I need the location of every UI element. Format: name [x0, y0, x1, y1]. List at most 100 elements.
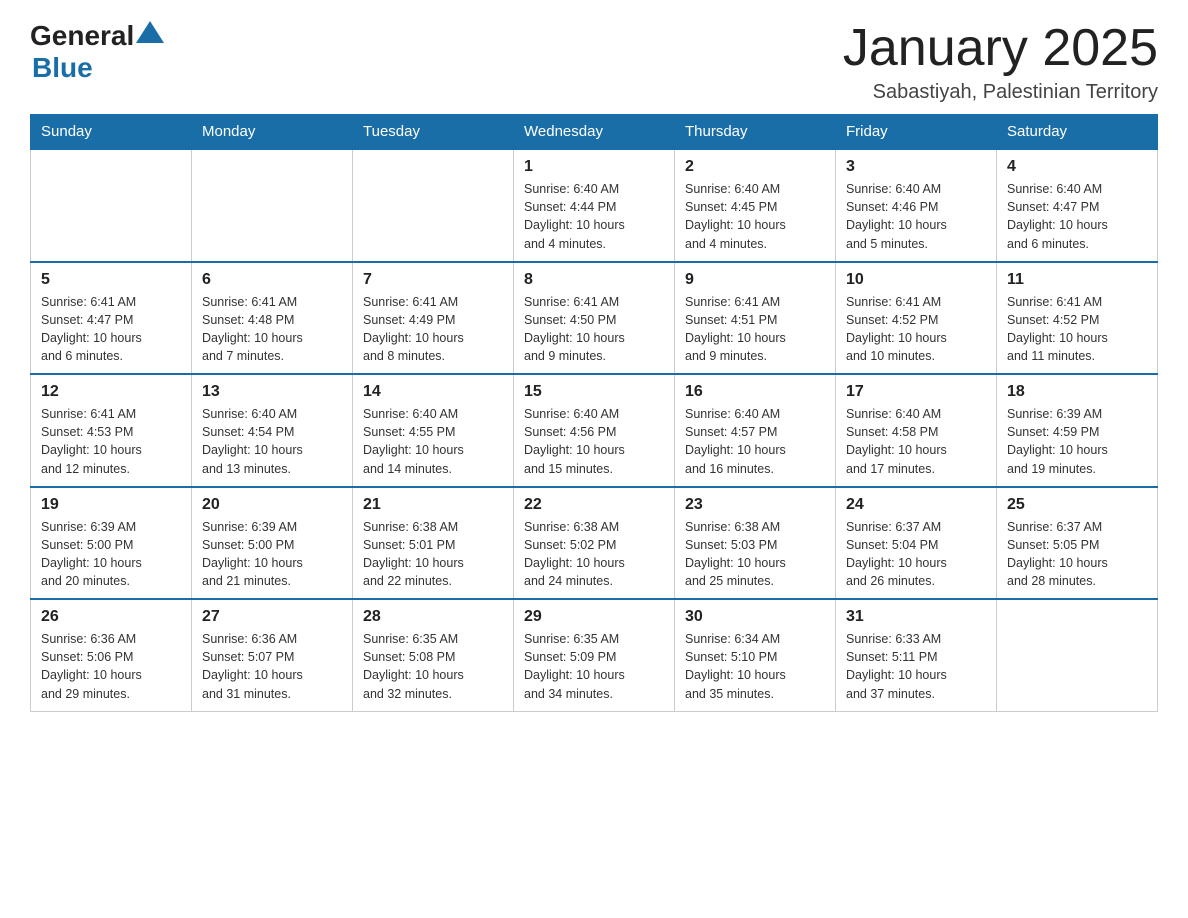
calendar-cell: 21 Sunrise: 6:38 AM Sunset: 5:01 PM Dayli…	[353, 487, 514, 600]
calendar-cell	[31, 149, 192, 262]
calendar-cell: 9 Sunrise: 6:41 AM Sunset: 4:51 PM Daylig…	[675, 262, 836, 375]
calendar-subtitle: Sabastiyah, Palestinian Territory	[843, 81, 1158, 104]
day-info: Sunrise: 6:41 AM Sunset: 4:50 PM Dayligh…	[524, 293, 664, 366]
week-row-5: 26Sunrise: 6:36 AM Sunset: 5:06 PM Dayli…	[31, 599, 1158, 711]
calendar-cell: 15 Sunrise: 6:40 AM Sunset: 4:56 PM Dayli…	[514, 374, 675, 487]
calendar-header: SundayMondayTuesdayWednesdayThursdayFrid…	[31, 115, 1158, 150]
header-wednesday: Wednesday	[514, 115, 675, 150]
header-sunday: Sunday	[31, 115, 192, 150]
calendar-cell: 18Sunrise: 6:39 AM Sunset: 4:59 PM Dayli…	[997, 374, 1158, 487]
header-saturday: Saturday	[997, 115, 1158, 150]
calendar-cell: 6 Sunrise: 6:41 AM Sunset: 4:48 PM Daylig…	[192, 262, 353, 375]
day-info: Sunrise: 6:41 AM Sunset: 4:52 PM Dayligh…	[1007, 293, 1147, 366]
day-info: Sunrise: 6:41 AM Sunset: 4:48 PM Dayligh…	[202, 293, 342, 366]
day-info: Sunrise: 6:37 AM Sunset: 5:04 PM Dayligh…	[846, 518, 986, 591]
calendar-cell: 1 Sunrise: 6:40 AM Sunset: 4:44 PM Daylig…	[514, 149, 675, 262]
day-number: 6	[202, 271, 342, 289]
calendar-cell: 14 Sunrise: 6:40 AM Sunset: 4:55 PM Dayli…	[353, 374, 514, 487]
day-info: Sunrise: 6:38 AM Sunset: 5:03 PM Dayligh…	[685, 518, 825, 591]
day-info: Sunrise: 6:41 AM Sunset: 4:53 PM Dayligh…	[41, 405, 181, 478]
day-number: 31	[846, 608, 986, 626]
day-info: Sunrise: 6:35 AM Sunset: 5:09 PM Dayligh…	[524, 630, 664, 703]
calendar-cell	[997, 599, 1158, 711]
day-headers-row: SundayMondayTuesdayWednesdayThursdayFrid…	[31, 115, 1158, 150]
day-info: Sunrise: 6:33 AM Sunset: 5:11 PM Dayligh…	[846, 630, 986, 703]
calendar-cell: 4 Sunrise: 6:40 AM Sunset: 4:47 PM Daylig…	[997, 149, 1158, 262]
calendar-cell: 25 Sunrise: 6:37 AM Sunset: 5:05 PM Dayli…	[997, 487, 1158, 600]
day-number: 2	[685, 158, 825, 176]
day-number: 13	[202, 383, 342, 401]
day-info: Sunrise: 6:36 AM Sunset: 5:07 PM Dayligh…	[202, 630, 342, 703]
calendar-body: 1 Sunrise: 6:40 AM Sunset: 4:44 PM Daylig…	[31, 149, 1158, 711]
week-row-1: 1 Sunrise: 6:40 AM Sunset: 4:44 PM Daylig…	[31, 149, 1158, 262]
day-number: 1	[524, 158, 664, 176]
day-info: Sunrise: 6:41 AM Sunset: 4:47 PM Dayligh…	[41, 293, 181, 366]
header-friday: Friday	[836, 115, 997, 150]
logo-triangle-icon	[136, 21, 164, 43]
title-block: January 2025 Sabastiyah, Palestinian Ter…	[843, 20, 1158, 104]
day-info: Sunrise: 6:38 AM Sunset: 5:02 PM Dayligh…	[524, 518, 664, 591]
header-monday: Monday	[192, 115, 353, 150]
day-number: 21	[363, 496, 503, 514]
day-number: 20	[202, 496, 342, 514]
day-info: Sunrise: 6:40 AM Sunset: 4:54 PM Dayligh…	[202, 405, 342, 478]
day-number: 17	[846, 383, 986, 401]
calendar-cell: 30 Sunrise: 6:34 AM Sunset: 5:10 PM Dayli…	[675, 599, 836, 711]
week-row-4: 19 Sunrise: 6:39 AM Sunset: 5:00 PM Dayli…	[31, 487, 1158, 600]
day-number: 3	[846, 158, 986, 176]
calendar-cell: 13 Sunrise: 6:40 AM Sunset: 4:54 PM Dayli…	[192, 374, 353, 487]
day-info: Sunrise: 6:41 AM Sunset: 4:51 PM Dayligh…	[685, 293, 825, 366]
calendar-cell: 2 Sunrise: 6:40 AM Sunset: 4:45 PM Daylig…	[675, 149, 836, 262]
day-number: 19	[41, 496, 181, 514]
calendar-cell	[353, 149, 514, 262]
day-info: Sunrise: 6:38 AM Sunset: 5:01 PM Dayligh…	[363, 518, 503, 591]
calendar-cell: 29 Sunrise: 6:35 AM Sunset: 5:09 PM Dayli…	[514, 599, 675, 711]
day-number: 22	[524, 496, 664, 514]
day-info: Sunrise: 6:34 AM Sunset: 5:10 PM Dayligh…	[685, 630, 825, 703]
calendar-cell: 20 Sunrise: 6:39 AM Sunset: 5:00 PM Dayli…	[192, 487, 353, 600]
day-info: Sunrise: 6:40 AM Sunset: 4:45 PM Dayligh…	[685, 180, 825, 253]
day-number: 8	[524, 271, 664, 289]
calendar-cell: 31 Sunrise: 6:33 AM Sunset: 5:11 PM Dayli…	[836, 599, 997, 711]
day-info: Sunrise: 6:40 AM Sunset: 4:44 PM Dayligh…	[524, 180, 664, 253]
week-row-3: 12 Sunrise: 6:41 AM Sunset: 4:53 PM Dayli…	[31, 374, 1158, 487]
day-number: 24	[846, 496, 986, 514]
day-number: 18	[1007, 383, 1147, 401]
logo: General Blue	[30, 20, 164, 84]
calendar-cell: 11Sunrise: 6:41 AM Sunset: 4:52 PM Dayli…	[997, 262, 1158, 375]
day-number: 7	[363, 271, 503, 289]
day-number: 29	[524, 608, 664, 626]
calendar-cell: 7Sunrise: 6:41 AM Sunset: 4:49 PM Daylig…	[353, 262, 514, 375]
header-tuesday: Tuesday	[353, 115, 514, 150]
day-info: Sunrise: 6:40 AM Sunset: 4:47 PM Dayligh…	[1007, 180, 1147, 253]
day-number: 26	[41, 608, 181, 626]
calendar-cell: 3Sunrise: 6:40 AM Sunset: 4:46 PM Daylig…	[836, 149, 997, 262]
day-info: Sunrise: 6:40 AM Sunset: 4:57 PM Dayligh…	[685, 405, 825, 478]
day-number: 25	[1007, 496, 1147, 514]
calendar-cell: 26Sunrise: 6:36 AM Sunset: 5:06 PM Dayli…	[31, 599, 192, 711]
day-number: 9	[685, 271, 825, 289]
day-number: 10	[846, 271, 986, 289]
day-number: 15	[524, 383, 664, 401]
day-info: Sunrise: 6:40 AM Sunset: 4:55 PM Dayligh…	[363, 405, 503, 478]
calendar-cell: 17 Sunrise: 6:40 AM Sunset: 4:58 PM Dayli…	[836, 374, 997, 487]
day-number: 16	[685, 383, 825, 401]
page-header: General Blue January 2025 Sabastiyah, Pa…	[30, 20, 1158, 104]
day-number: 28	[363, 608, 503, 626]
day-info: Sunrise: 6:39 AM Sunset: 5:00 PM Dayligh…	[202, 518, 342, 591]
logo-general-text: General	[30, 20, 134, 52]
day-number: 12	[41, 383, 181, 401]
day-number: 30	[685, 608, 825, 626]
day-info: Sunrise: 6:35 AM Sunset: 5:08 PM Dayligh…	[363, 630, 503, 703]
calendar-cell: 27Sunrise: 6:36 AM Sunset: 5:07 PM Dayli…	[192, 599, 353, 711]
day-info: Sunrise: 6:40 AM Sunset: 4:58 PM Dayligh…	[846, 405, 986, 478]
day-number: 14	[363, 383, 503, 401]
calendar-table: SundayMondayTuesdayWednesdayThursdayFrid…	[30, 114, 1158, 712]
calendar-cell: 8 Sunrise: 6:41 AM Sunset: 4:50 PM Daylig…	[514, 262, 675, 375]
day-info: Sunrise: 6:40 AM Sunset: 4:56 PM Dayligh…	[524, 405, 664, 478]
logo-blue-text: Blue	[32, 52, 93, 84]
calendar-cell: 22 Sunrise: 6:38 AM Sunset: 5:02 PM Dayli…	[514, 487, 675, 600]
day-number: 4	[1007, 158, 1147, 176]
day-info: Sunrise: 6:37 AM Sunset: 5:05 PM Dayligh…	[1007, 518, 1147, 591]
calendar-cell: 24 Sunrise: 6:37 AM Sunset: 5:04 PM Dayli…	[836, 487, 997, 600]
